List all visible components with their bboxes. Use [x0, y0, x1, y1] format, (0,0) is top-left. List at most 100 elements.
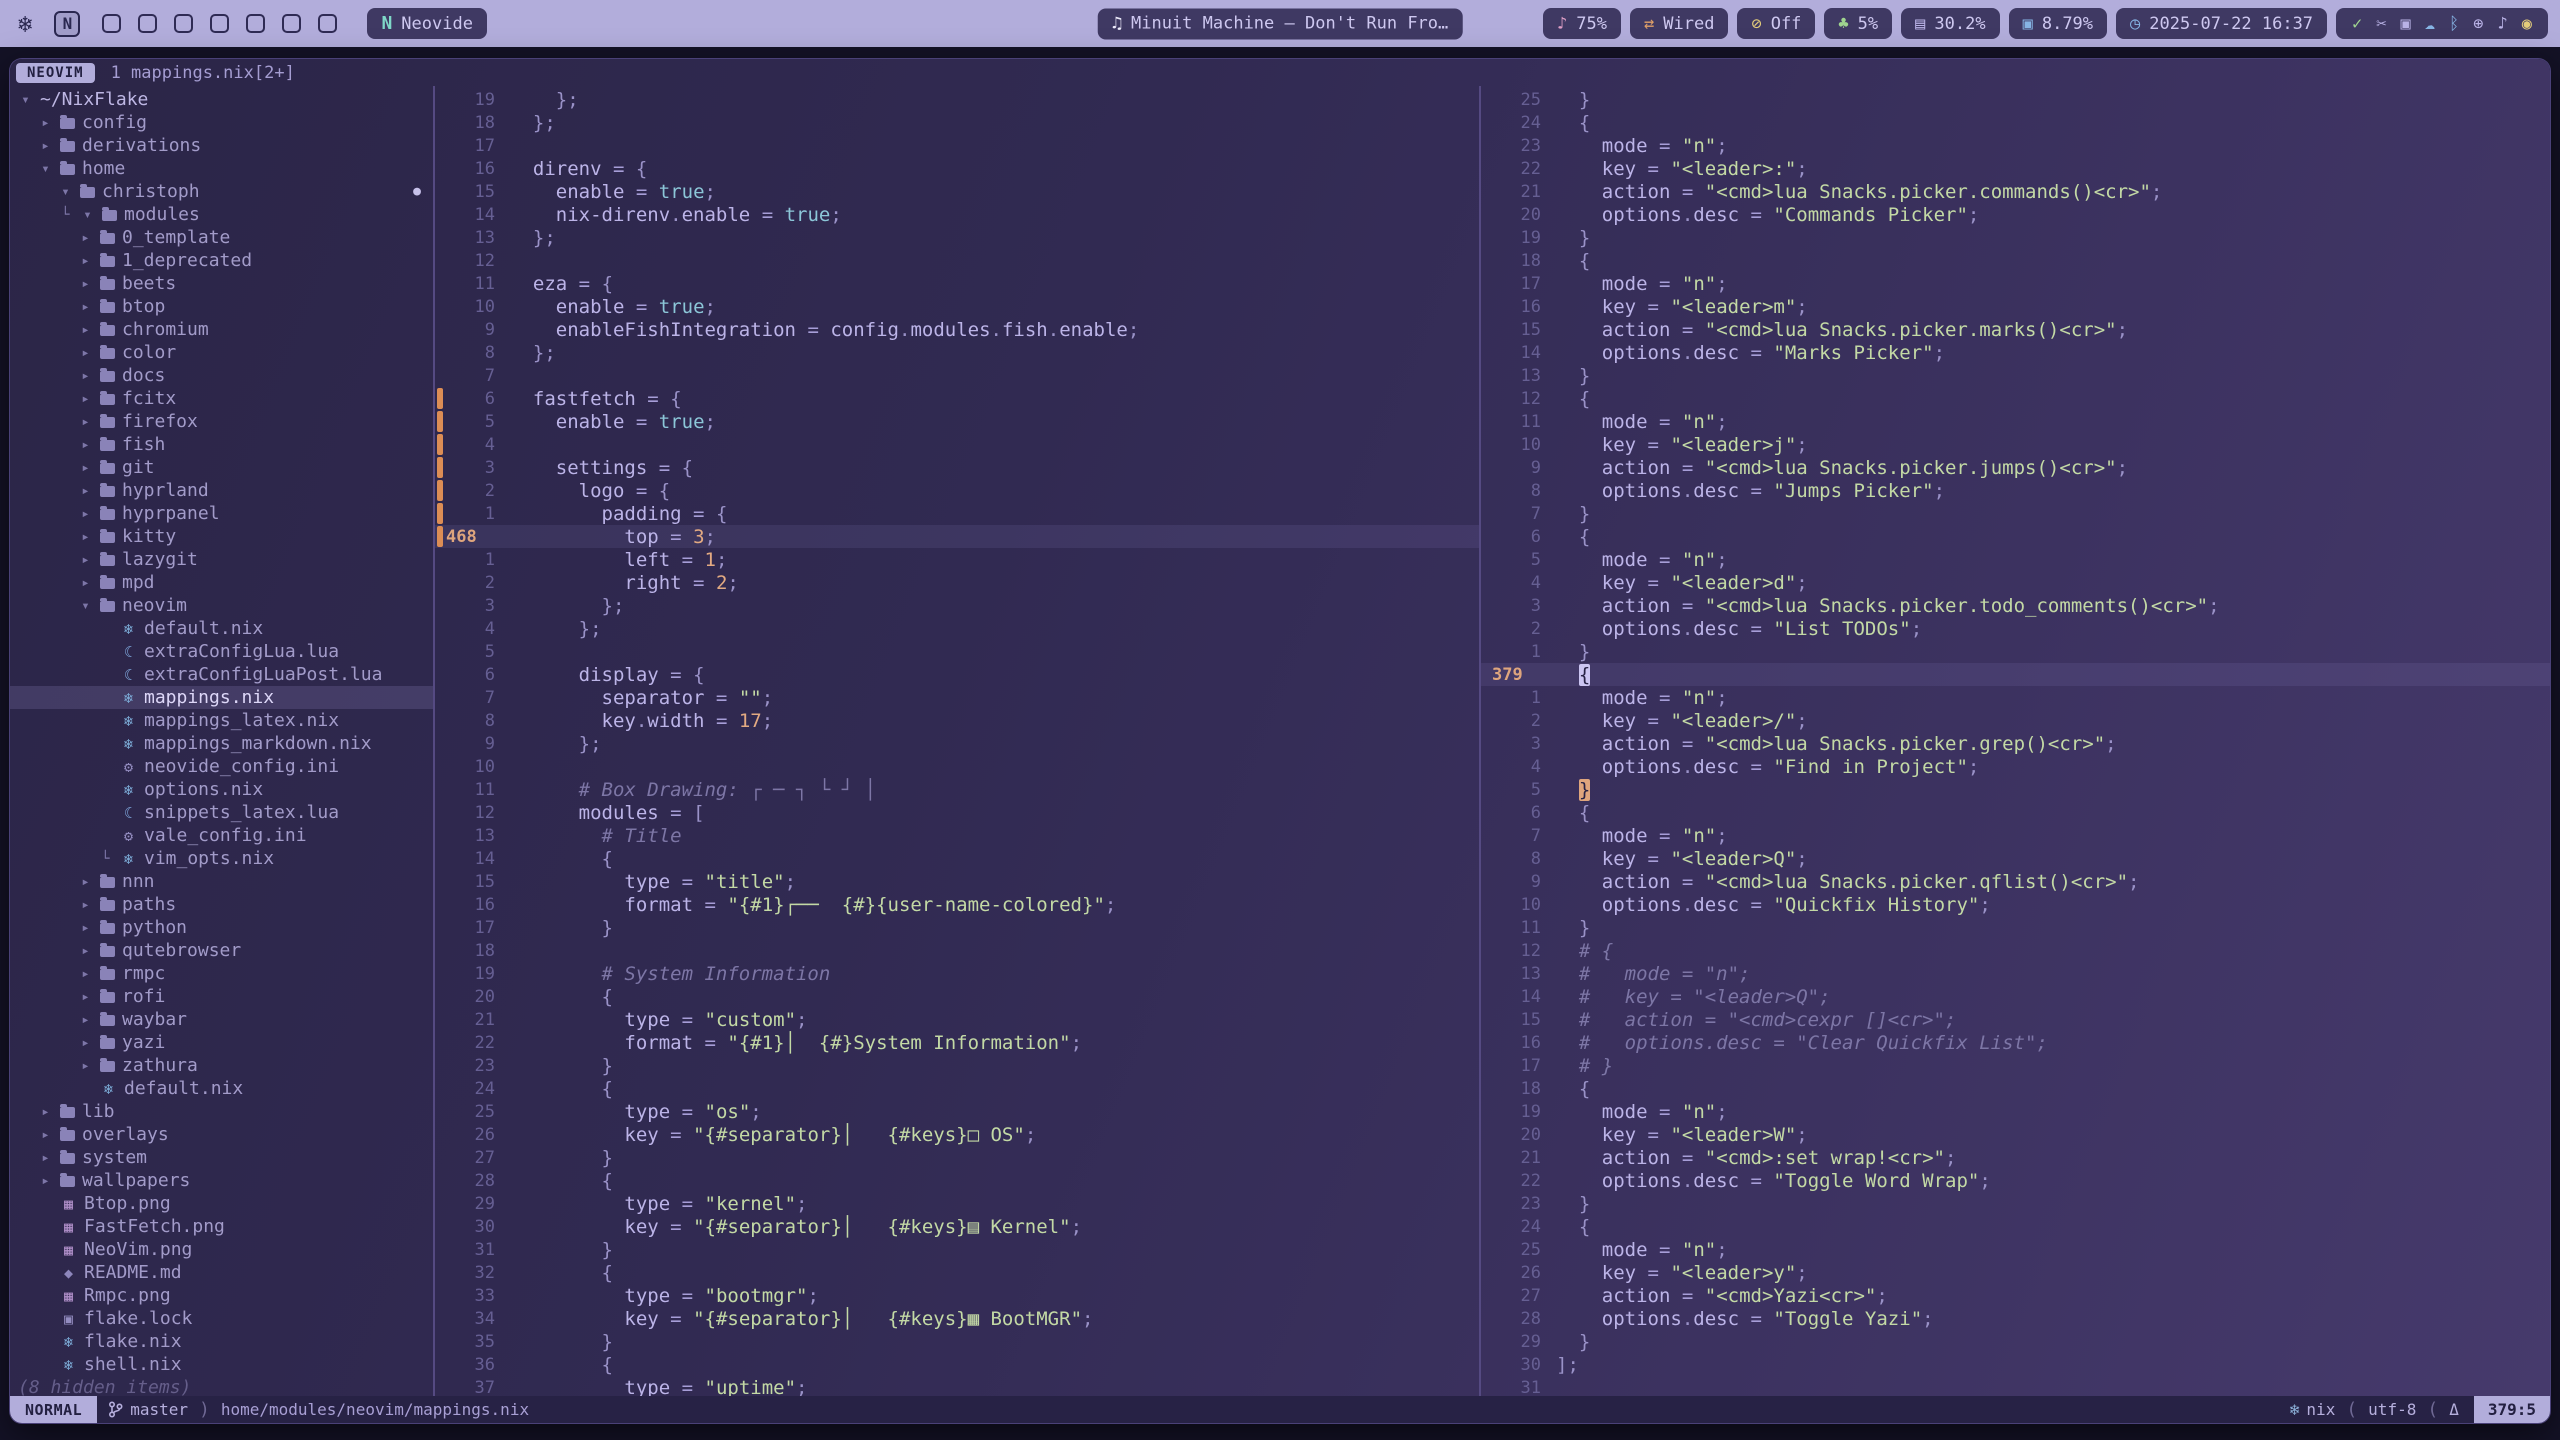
tree-item-shell-nix[interactable]: ❄shell.nix [10, 1353, 433, 1376]
code-line[interactable]: 13 # Title [435, 824, 1479, 847]
code-line[interactable]: 22 options.desc = "Toggle Word Wrap"; [1481, 1169, 2550, 1192]
tree-item-1-deprecated[interactable]: ▸1_deprecated [10, 249, 433, 272]
widget-clock[interactable]: ◷2025-07-22 16:37 [2116, 8, 2327, 39]
code-line[interactable]: 20 key = "<leader>W"; [1481, 1123, 2550, 1146]
code-line[interactable]: 6 { [1481, 801, 2550, 824]
code-line[interactable]: 6 { [1481, 525, 2550, 548]
code-line[interactable]: 19 }; [435, 88, 1479, 111]
screenshot-tool-icon[interactable]: ✂ [2376, 14, 2386, 34]
code-line[interactable]: 15 type = "title"; [435, 870, 1479, 893]
tree-item-git[interactable]: ▸git [10, 456, 433, 479]
code-line[interactable]: 14 { [435, 847, 1479, 870]
tree-item-readme-md[interactable]: ◆README.md [10, 1261, 433, 1284]
code-line[interactable]: 23 mode = "n"; [1481, 134, 2550, 157]
tree-item-vim-opts-nix[interactable]: └❄vim_opts.nix [10, 847, 433, 870]
tree-item-neovide-config-ini[interactable]: ⚙neovide_config.ini [10, 755, 433, 778]
code-line[interactable]: 31 } [435, 1238, 1479, 1261]
tree-item-hyprpanel[interactable]: ▸hyprpanel [10, 502, 433, 525]
code-line[interactable]: 19 } [1481, 226, 2550, 249]
code-line[interactable]: 30]; [1481, 1353, 2550, 1376]
tailscale-icon[interactable]: ⊕ [2473, 14, 2483, 34]
tree-item-config[interactable]: ▸config [10, 111, 433, 134]
bluetooth-icon[interactable]: ᛒ [2449, 14, 2459, 34]
code-line[interactable]: 12 { [1481, 387, 2550, 410]
tree-item-zathura[interactable]: ▸zathura [10, 1054, 433, 1077]
tree-item-neovim[interactable]: ▾neovim [10, 594, 433, 617]
code-line[interactable]: 16 key = "<leader>m"; [1481, 295, 2550, 318]
code-line[interactable]: 11 mode = "n"; [1481, 410, 2550, 433]
tree-item-python[interactable]: ▸python [10, 916, 433, 939]
code-line[interactable]: 11 eza = { [435, 272, 1479, 295]
code-line[interactable]: 2 logo = { [435, 479, 1479, 502]
workspace-5[interactable] [210, 14, 229, 33]
code-line[interactable]: 4 key = "<leader>d"; [1481, 571, 2550, 594]
tree-item-options-nix[interactable]: ❄options.nix [10, 778, 433, 801]
code-line[interactable]: 8 options.desc = "Jumps Picker"; [1481, 479, 2550, 502]
code-line[interactable]: 7 } [1481, 502, 2550, 525]
code-line[interactable]: 9 action = "<cmd>lua Snacks.picker.jumps… [1481, 456, 2550, 479]
tree-item-christoph[interactable]: ▾christoph● [10, 180, 433, 203]
widget-volume[interactable]: ♪75% [1543, 8, 1621, 39]
tree-item-yazi[interactable]: ▸yazi [10, 1031, 433, 1054]
code-line[interactable]: 8 }; [435, 341, 1479, 364]
code-line[interactable]: 379 { [1481, 663, 2550, 686]
code-line[interactable]: 31 [1481, 1376, 2550, 1396]
code-line[interactable]: 16 # options.desc = "Clear Quickfix List… [1481, 1031, 2550, 1054]
code-line[interactable]: 7 [435, 364, 1479, 387]
tree-item-lib[interactable]: ▸lib [10, 1100, 433, 1123]
tree-item-default-nix[interactable]: ❄default.nix [10, 617, 433, 640]
workspace-8[interactable] [318, 14, 337, 33]
workspace-active[interactable]: N [54, 11, 80, 37]
code-line[interactable]: 13 }; [435, 226, 1479, 249]
code-line[interactable]: 9 }; [435, 732, 1479, 755]
code-line[interactable]: 16 direnv = { [435, 157, 1479, 180]
code-line[interactable]: 12 [435, 249, 1479, 272]
network-manager-icon[interactable]: ✓ [2352, 14, 2362, 34]
tree-item-overlays[interactable]: ▸overlays [10, 1123, 433, 1146]
code-line[interactable]: 9 action = "<cmd>lua Snacks.picker.qflis… [1481, 870, 2550, 893]
media-player-icon[interactable]: ♪ [2498, 14, 2508, 34]
workspace-3[interactable] [138, 14, 157, 33]
code-line[interactable]: 5 } [1481, 778, 2550, 801]
code-line[interactable]: 24 { [1481, 111, 2550, 134]
tree-item-mpd[interactable]: ▸mpd [10, 571, 433, 594]
tree-item-chromium[interactable]: ▸chromium [10, 318, 433, 341]
tree-item-paths[interactable]: ▸paths [10, 893, 433, 916]
code-line[interactable]: 17 } [435, 916, 1479, 939]
code-line[interactable]: 1 left = 1; [435, 548, 1479, 571]
code-line[interactable]: 29 type = "kernel"; [435, 1192, 1479, 1215]
tree-item-system[interactable]: ▸system [10, 1146, 433, 1169]
tree-item-derivations[interactable]: ▸derivations [10, 134, 433, 157]
code-line[interactable]: 11 } [1481, 916, 2550, 939]
tree-item-color[interactable]: ▸color [10, 341, 433, 364]
widget-battery[interactable]: ♣5% [1824, 8, 1892, 39]
code-line[interactable]: 3 action = "<cmd>lua Snacks.picker.grep(… [1481, 732, 2550, 755]
code-line[interactable]: 19 mode = "n"; [1481, 1100, 2550, 1123]
tree-item-fish[interactable]: ▸fish [10, 433, 433, 456]
code-line[interactable]: 30 key = "{#separator}│ {#keys}▤ Kernel"… [435, 1215, 1479, 1238]
tree-item-nixflake[interactable]: ▾~/NixFlake [10, 88, 433, 111]
code-line[interactable]: 19 # System Information [435, 962, 1479, 985]
code-line[interactable]: 10 key = "<leader>j"; [1481, 433, 2550, 456]
code-line[interactable]: 27 } [435, 1146, 1479, 1169]
code-line[interactable]: 17 # } [1481, 1054, 2550, 1077]
tree-item-hyprland[interactable]: ▸hyprland [10, 479, 433, 502]
code-line[interactable]: 15 action = "<cmd>lua Snacks.picker.mark… [1481, 318, 2550, 341]
code-line[interactable]: 4 [435, 433, 1479, 456]
nix-launcher-icon[interactable]: ❄ [12, 10, 38, 38]
code-line[interactable]: 3 settings = { [435, 456, 1479, 479]
code-line[interactable]: 10 [435, 755, 1479, 778]
code-line[interactable]: 26 key = "<leader>y"; [1481, 1261, 2550, 1284]
code-line[interactable]: 32 { [435, 1261, 1479, 1284]
code-line[interactable]: 29 } [1481, 1330, 2550, 1353]
code-line[interactable]: 6 display = { [435, 663, 1479, 686]
code-line[interactable]: 8 key = "<leader>Q"; [1481, 847, 2550, 870]
code-line[interactable]: 15 enable = true; [435, 180, 1479, 203]
code-line[interactable]: 468 top = 3; [435, 525, 1479, 548]
widget-network[interactable]: ⇄Wired [1630, 8, 1728, 39]
code-line[interactable]: 3 }; [435, 594, 1479, 617]
widget-dnd[interactable]: ⊘Off [1737, 8, 1815, 39]
code-line[interactable]: 5 mode = "n"; [1481, 548, 2550, 571]
code-line[interactable]: 23 } [1481, 1192, 2550, 1215]
code-line[interactable]: 1 padding = { [435, 502, 1479, 525]
